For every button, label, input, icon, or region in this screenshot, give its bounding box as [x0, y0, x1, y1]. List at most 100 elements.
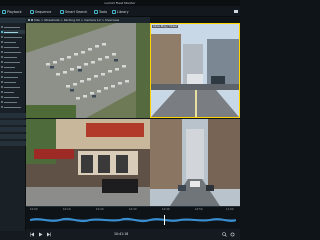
sidebar-item-label [4, 86, 20, 88]
camera-icon [1, 81, 3, 83]
sidebar-header [0, 18, 26, 23]
camera-icon [1, 91, 3, 93]
camera-tree-sidebar [0, 17, 26, 240]
sidebar-item[interactable] [1, 40, 25, 44]
sidebar-item-label [4, 41, 16, 43]
tile-label: Sales Bldg / Street [152, 25, 178, 28]
breadcrumb-path[interactable]: Site > Streetside > Parking lot > Camera… [34, 18, 119, 22]
sidebar-item-label [4, 61, 20, 63]
camera-icon [1, 86, 3, 88]
camera-icon [1, 46, 3, 48]
toolbar-item-label: Playback [7, 9, 22, 14]
sidebar-item[interactable] [1, 80, 25, 84]
video-tile-storefront[interactable] [26, 119, 150, 206]
playback-timeline[interactable]: 10:00 10:10 10:20 10:30 10:40 10:50 11:0… [26, 206, 240, 240]
sidebar-item[interactable] [1, 55, 25, 59]
sidebar-item-label [4, 36, 22, 38]
sidebar-item-label [4, 96, 19, 98]
sidebar-item-label [4, 51, 21, 53]
camera-icon [1, 66, 3, 68]
toolbar-item-playback[interactable]: Playback [2, 9, 22, 15]
search-icon [60, 9, 64, 14]
tick-label: 10:50 [195, 207, 203, 211]
video-tile-city-street[interactable] [150, 119, 240, 206]
toolbar-item-library[interactable]: Library [112, 9, 129, 15]
toolbar-item-label: Tools [99, 9, 108, 14]
tick-label: 11:00 [226, 207, 234, 211]
sidebar-item-label [4, 66, 15, 68]
sidebar-item[interactable] [1, 70, 25, 74]
playback-controls: 10:41:18 [26, 229, 240, 240]
sidebar-item[interactable] [1, 90, 25, 94]
tick-label: 10:20 [96, 207, 104, 211]
sidebar-section-header[interactable] [0, 134, 26, 139]
main-toolbar: Playback Sequence Smart Search Tools Lib… [0, 6, 240, 17]
video-tile-parking-lot[interactable] [26, 23, 150, 118]
sidebar-item[interactable] [1, 95, 25, 99]
sidebar-item[interactable] [1, 65, 25, 69]
toolbar-item-label: Sequence [35, 9, 52, 14]
camera-icon [1, 41, 3, 43]
tick-label: 10:00 [30, 207, 38, 211]
camera-icon [1, 71, 3, 73]
tick-label: 10:10 [63, 207, 71, 211]
camera-icon [1, 61, 3, 63]
play-icon[interactable] [38, 232, 43, 237]
camera-icon [1, 36, 3, 38]
sidebar-item-selected[interactable] [1, 30, 25, 34]
toolbar-item-label: Smart Search [65, 9, 88, 14]
video-tile-street-bus[interactable]: Sales Bldg / Street [150, 23, 240, 118]
current-timecode: 10:41:18 [114, 232, 129, 236]
storefront-feed [26, 119, 150, 206]
tools-icon [94, 9, 98, 14]
sidebar-section-header[interactable] [0, 120, 26, 125]
sidebar-item[interactable] [1, 105, 25, 109]
tick-label: 10:30 [129, 207, 137, 211]
sidebar-item[interactable] [1, 75, 25, 79]
library-icon [112, 9, 116, 14]
camera-icon [1, 26, 3, 28]
window-title: Lumixt Fleet Monitor [104, 1, 136, 5]
camera-icon [1, 76, 3, 78]
toolbar-item-sequence[interactable]: Sequence [30, 9, 51, 15]
skip-forward-icon[interactable] [46, 232, 51, 237]
sidebar-item[interactable] [1, 25, 25, 29]
play-icon [2, 9, 6, 14]
sidebar-item[interactable] [1, 35, 25, 39]
toolbar-item-smart-search[interactable]: Smart Search [60, 9, 87, 15]
camera-icon [1, 96, 3, 98]
skip-back-icon[interactable] [30, 232, 35, 237]
sidebar-item-label [4, 76, 18, 78]
camera-icon [1, 56, 3, 58]
zoom-icon[interactable] [222, 232, 227, 237]
toolbar-item-label: Library [117, 9, 129, 14]
playhead[interactable] [164, 215, 165, 225]
time-ruler[interactable]: 10:00 10:10 10:20 10:30 10:40 10:50 11:0… [26, 207, 240, 213]
tick-label: 10:40 [162, 207, 170, 211]
sidebar-item-label [4, 71, 22, 73]
sidebar-section-header[interactable] [0, 127, 26, 132]
sidebar-item-label [4, 101, 17, 103]
sidebar-item-label [4, 106, 21, 108]
camera-icon [1, 106, 3, 108]
hamburger-icon[interactable] [234, 9, 238, 13]
sidebar-item[interactable] [1, 50, 25, 54]
sidebar-item[interactable] [1, 85, 25, 89]
settings-icon[interactable] [230, 232, 235, 237]
sidebar-item[interactable] [1, 45, 25, 49]
sidebar-footer[interactable] [0, 231, 26, 240]
city-street-feed [150, 119, 240, 206]
forward-icon[interactable] [31, 19, 33, 21]
sidebar-item-label [4, 56, 17, 58]
toolbar-item-tools[interactable]: Tools [94, 9, 107, 15]
sidebar-section-header[interactable] [0, 141, 26, 146]
sidebar-item[interactable] [1, 100, 25, 104]
activity-waveform[interactable] [30, 215, 236, 225]
back-icon[interactable] [28, 19, 30, 21]
camera-icon [1, 51, 3, 53]
sidebar-section-header[interactable] [0, 113, 26, 118]
sidebar-item-label [4, 46, 19, 48]
sidebar-item[interactable] [1, 60, 25, 64]
street-feed [151, 24, 239, 117]
sidebar-item-label [4, 26, 20, 28]
